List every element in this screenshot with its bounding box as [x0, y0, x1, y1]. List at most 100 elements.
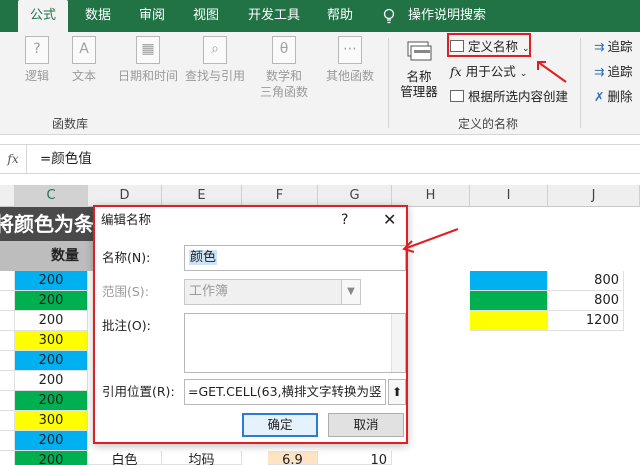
lightbulb-icon: [383, 8, 395, 24]
datetime-button[interactable]: ▦ 日期和时间: [118, 36, 178, 84]
group-separator: [580, 38, 581, 128]
insert-function-icon[interactable]: fx: [0, 145, 27, 173]
formula-input[interactable]: =颜色值: [40, 145, 92, 173]
logic-button[interactable]: ? 逻辑: [15, 36, 59, 84]
comment-scrollbar[interactable]: [391, 314, 405, 372]
dialog-title: 编辑名称: [101, 212, 152, 227]
cell-c-value[interactable]: 200: [15, 431, 88, 451]
math-icon: θ: [272, 36, 296, 64]
cell-j-value[interactable]: 1200: [548, 311, 624, 331]
cell-c-value[interactable]: 200: [15, 291, 88, 311]
column-header-h[interactable]: H: [392, 185, 470, 207]
chevron-down-icon: ⌄: [519, 69, 528, 79]
fx-icon: fx: [450, 64, 462, 79]
create-from-selection-button[interactable]: 根据所选内容创建: [450, 88, 568, 106]
cell-c-value[interactable]: 300: [15, 411, 88, 431]
cell-f-bottom[interactable]: 6.9: [268, 451, 318, 465]
scope-select[interactable]: 工作簿: [184, 279, 360, 305]
name-label: 名称(N):: [102, 250, 151, 265]
cell-c-value[interactable]: 200: [15, 311, 88, 331]
column-header-j[interactable]: J: [548, 185, 640, 207]
cell-b[interactable]: [0, 411, 15, 431]
refers-to-input[interactable]: =GET.CELL(63,横排文字转换为竖: [184, 379, 386, 405]
tab-formulas[interactable]: 公式: [18, 0, 68, 32]
cell-g-bottom[interactable]: 10: [318, 451, 392, 465]
define-name-highlight: [447, 33, 531, 57]
sheet-title-banner[interactable]: 将颜色为条: [0, 207, 100, 241]
cell-j-value[interactable]: 800: [548, 291, 624, 311]
create-from-selection-icon: [450, 90, 464, 102]
close-icon[interactable]: ✕: [383, 207, 396, 233]
name-manager-icon: [407, 41, 432, 61]
text-button[interactable]: A 文本: [62, 36, 106, 84]
column-header-c[interactable]: C: [15, 185, 88, 207]
cell-c-value[interactable]: 200: [15, 391, 88, 411]
tab-developer[interactable]: 开发工具: [242, 0, 306, 32]
column-header-g[interactable]: G: [318, 185, 392, 207]
cell-b[interactable]: [0, 351, 15, 371]
collapse-dialog-icon[interactable]: ⬆: [388, 379, 406, 405]
lookup-button[interactable]: ⌕ 查找与引用: [182, 36, 248, 84]
cell-b[interactable]: [0, 331, 15, 351]
help-icon[interactable]: ?: [341, 207, 348, 233]
column-header-e[interactable]: E: [162, 185, 242, 207]
remove-arrows-button[interactable]: ✗ 删除: [594, 88, 633, 106]
cell-i-yellow[interactable]: [470, 311, 548, 331]
refers-to-label: 引用位置(R):: [102, 384, 175, 399]
group-label-function-library: 函数库: [52, 117, 89, 131]
cell-c-value[interactable]: 200: [15, 271, 88, 291]
tab-review[interactable]: 审阅: [132, 0, 172, 32]
cell-b[interactable]: [0, 311, 15, 331]
more-functions-button[interactable]: ⋯ 其他函数: [322, 36, 378, 84]
use-in-formula-button[interactable]: fx 用于公式 ⌄: [450, 63, 527, 83]
trace-dependents-icon: ⇉: [594, 64, 605, 79]
cell-c-value[interactable]: 200: [15, 371, 88, 391]
name-input[interactable]: 颜色: [184, 245, 406, 271]
group-label-defined-names: 定义的名称: [458, 117, 519, 131]
scope-label: 范围(S):: [102, 284, 149, 299]
lookup-icon: ⌕: [203, 36, 227, 64]
cell-j-value[interactable]: 800: [548, 271, 624, 291]
cell-b[interactable]: [0, 451, 15, 465]
cell-e-bottom[interactable]: 均码: [162, 451, 242, 465]
cell-c-value[interactable]: 200: [15, 451, 88, 465]
column-header-b[interactable]: [0, 185, 15, 207]
trace-dependents-button[interactable]: ⇉ 追踪: [594, 63, 633, 81]
datetime-icon: ▦: [136, 36, 160, 64]
edit-name-dialog: 编辑名称 ? ✕ 名称(N): 颜色 范围(S): 工作簿 ▼ 批注(O): 引…: [93, 205, 408, 444]
cell-i-green[interactable]: [470, 291, 548, 311]
trace-precedents-button[interactable]: ⇉ 追踪: [594, 38, 633, 56]
column-header-d[interactable]: D: [88, 185, 162, 207]
column-header-f[interactable]: F: [242, 185, 318, 207]
name-manager-button[interactable]: 名称 管理器: [398, 40, 440, 99]
column-headers: C D E F G H I J: [0, 185, 640, 207]
cell-d-bottom[interactable]: 白色: [88, 451, 162, 465]
trace-precedents-icon: ⇉: [594, 39, 605, 54]
chevron-down-icon[interactable]: ▼: [341, 279, 361, 305]
qty-header-cell[interactable]: 数量: [0, 241, 100, 271]
tab-data[interactable]: 数据: [78, 0, 118, 32]
cell-b[interactable]: [0, 391, 15, 411]
cell-b[interactable]: [0, 431, 15, 451]
red-arrow-icon: [537, 61, 567, 83]
more-functions-icon: ⋯: [338, 36, 362, 64]
ribbon-tab-bar: 公式 数据 审阅 视图 开发工具 帮助 操作说明搜索: [0, 0, 640, 32]
cell-b[interactable]: [0, 291, 15, 311]
cell-i-blue[interactable]: [470, 271, 548, 291]
math-button[interactable]: θ 数学和 三角函数: [256, 36, 312, 100]
formula-bar: fx =颜色值: [0, 144, 640, 174]
cell-b[interactable]: [0, 371, 15, 391]
cell-c-value[interactable]: 200: [15, 351, 88, 371]
remove-arrows-icon: ✗: [594, 89, 605, 104]
text-icon: A: [72, 36, 96, 64]
column-header-i[interactable]: I: [470, 185, 548, 207]
tab-help[interactable]: 帮助: [320, 0, 360, 32]
comment-textarea[interactable]: [184, 313, 406, 373]
tab-view[interactable]: 视图: [186, 0, 226, 32]
group-separator: [388, 38, 389, 128]
cell-c-value[interactable]: 300: [15, 331, 88, 351]
cancel-button[interactable]: 取消: [328, 413, 404, 437]
ok-button[interactable]: 确定: [242, 413, 318, 437]
cell-b[interactable]: [0, 271, 15, 291]
tell-me-search[interactable]: 操作说明搜索: [408, 0, 494, 32]
